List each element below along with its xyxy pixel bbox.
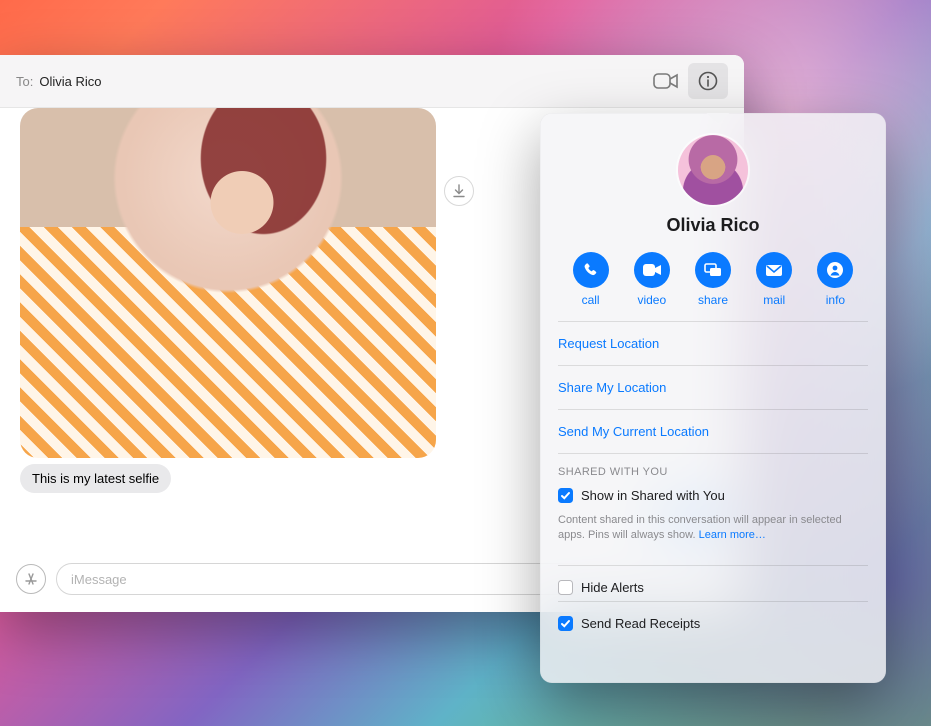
screen-share-icon (704, 263, 722, 277)
to-label: To: (16, 74, 33, 89)
info-icon (698, 71, 718, 91)
envelope-icon (765, 264, 783, 277)
details-popover: Olivia Rico call video (540, 113, 886, 683)
person-icon (827, 262, 843, 278)
hide-alerts-label: Hide Alerts (581, 580, 644, 595)
hide-alerts-checkbox-row[interactable]: Hide Alerts (558, 565, 868, 601)
video-label: video (637, 293, 666, 307)
call-label: call (582, 293, 600, 307)
call-action[interactable]: call (560, 252, 621, 307)
phone-icon (582, 262, 599, 279)
save-attachment-button[interactable] (444, 176, 474, 206)
video-icon (643, 264, 661, 276)
incoming-message-bubble[interactable]: This is my latest selfie (20, 464, 171, 493)
learn-more-link[interactable]: Learn more… (699, 529, 766, 541)
checkbox-icon (558, 616, 573, 631)
desktop-wallpaper: To: Olivia Rico (0, 0, 931, 726)
received-photo[interactable] (20, 108, 436, 458)
info-label: info (826, 293, 845, 307)
send-current-location-link[interactable]: Send My Current Location (558, 409, 868, 453)
app-store-icon (23, 571, 39, 587)
request-location-link[interactable]: Request Location (558, 321, 868, 365)
read-receipts-checkbox-row[interactable]: Send Read Receipts (558, 601, 868, 637)
video-action[interactable]: video (621, 252, 682, 307)
details-button[interactable] (688, 63, 728, 99)
apps-button[interactable] (16, 564, 46, 594)
show-in-shared-label: Show in Shared with You (581, 488, 725, 503)
shared-helper-text: Content shared in this conversation will… (558, 509, 868, 553)
contact-name: Olivia Rico (558, 215, 868, 236)
contact-actions-row: call video share (558, 252, 868, 321)
show-in-shared-checkbox-row[interactable]: Show in Shared with You (558, 478, 868, 509)
mail-action[interactable]: mail (744, 252, 805, 307)
contact-avatar[interactable] (678, 135, 748, 205)
conversation-header: To: Olivia Rico (0, 55, 744, 108)
shared-with-you-heading: SHARED WITH YOU (558, 453, 868, 478)
read-receipts-label: Send Read Receipts (581, 616, 700, 631)
info-action[interactable]: info (805, 252, 866, 307)
checkbox-icon (558, 580, 573, 595)
checkbox-icon (558, 488, 573, 503)
facetime-button[interactable] (646, 63, 686, 99)
to-recipient[interactable]: Olivia Rico (39, 74, 101, 89)
download-icon (452, 184, 466, 198)
share-action[interactable]: share (682, 252, 743, 307)
share-my-location-link[interactable]: Share My Location (558, 365, 868, 409)
mail-label: mail (763, 293, 785, 307)
share-label: share (698, 293, 728, 307)
video-camera-icon (653, 72, 679, 90)
